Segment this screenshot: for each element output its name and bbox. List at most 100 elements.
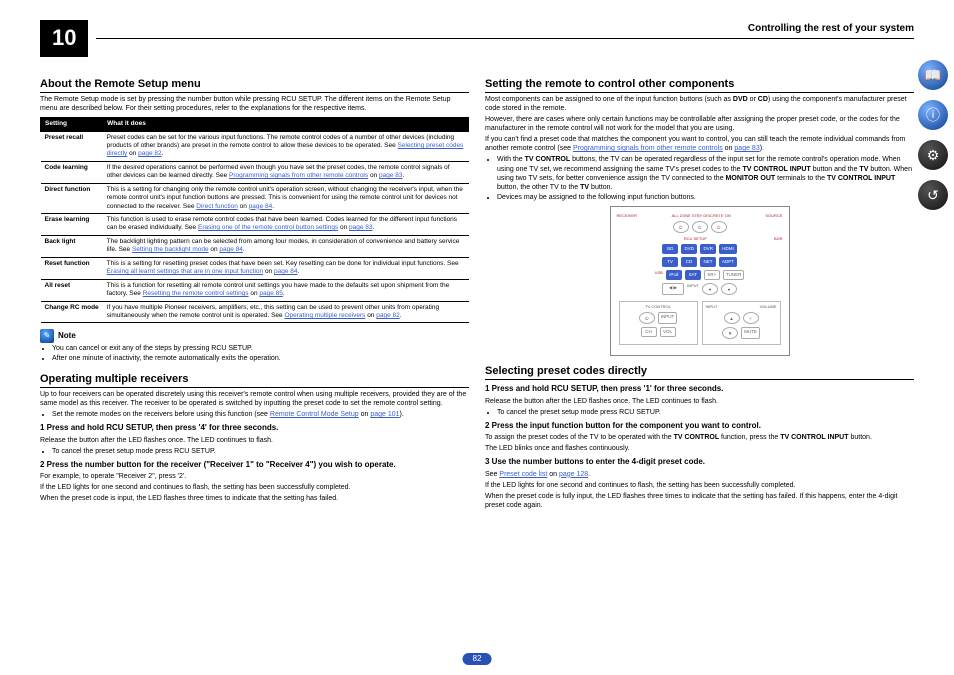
cell-desc: This is a setting for resetting preset c… xyxy=(103,257,469,279)
s-step1: 1 Press and hold RCU SETUP, then press '… xyxy=(485,384,914,394)
btn-input-up: ▲ xyxy=(724,312,740,324)
link-page[interactable]: page 84 xyxy=(219,246,243,253)
remote-btn-bd: BD xyxy=(662,244,678,254)
link-xref[interactable]: Resetting the remote control settings xyxy=(143,290,249,297)
step-1-body: Release the button after the LED flashes… xyxy=(40,436,469,445)
s-step2: 2 Press the input function button for th… xyxy=(485,421,914,431)
cell-setting: Preset recall xyxy=(41,131,103,161)
cell-desc: If the desired operations cannot be perf… xyxy=(103,161,469,183)
content-columns: About the Remote Setup menu The Remote S… xyxy=(40,69,914,513)
cell-desc: This function is used to erase remote co… xyxy=(103,214,469,236)
link-preset-code-list[interactable]: Preset code list xyxy=(499,471,547,478)
link-page[interactable]: page 85 xyxy=(259,290,283,297)
link-rc-mode-setup[interactable]: Remote Control Mode Setup xyxy=(270,411,359,418)
step-2-body2: If the LED lights for one second and con… xyxy=(40,483,469,492)
btn-allzone: ⏻ xyxy=(692,221,708,233)
column-right: Setting the remote to control other comp… xyxy=(485,69,914,513)
right-bullets: With the TV CONTROL buttons, the TV can … xyxy=(485,155,914,201)
lbl-bdr: BDR xyxy=(774,236,782,241)
btn-tv-input: INPUT xyxy=(658,312,678,324)
s-p2b: The LED blinks once and flashes continuo… xyxy=(485,444,914,453)
heading-select: Selecting preset codes directly xyxy=(485,364,914,380)
para-about: The Remote Setup mode is set by pressing… xyxy=(40,95,469,113)
link-xref[interactable]: Setting the backlight mode xyxy=(132,246,209,253)
heading-about: About the Remote Setup menu xyxy=(40,77,469,93)
btn-input-select: ◀ ▶ xyxy=(662,283,684,295)
link-xref[interactable]: Operating multiple receivers xyxy=(284,312,365,319)
link-page[interactable]: page 84 xyxy=(249,203,273,210)
book-icon[interactable]: 📖 xyxy=(918,60,948,90)
link-page[interactable]: page 84 xyxy=(274,268,298,275)
list-item: To cancel the preset setup mode press RC… xyxy=(497,408,914,417)
cell-desc: Preset codes can be set for the various … xyxy=(103,131,469,161)
link-xref[interactable]: Direct function xyxy=(196,203,238,210)
link-xref[interactable]: Erasing all learnt settings that are in … xyxy=(107,268,263,275)
btn-power-receiver: ⏻ xyxy=(673,221,689,233)
settings-table: Setting What it does Preset recallPreset… xyxy=(40,117,469,323)
cell-setting: Reset function xyxy=(41,257,103,279)
note-header: ✎ Note xyxy=(40,329,469,343)
step-2-body: For example, to operate "Receiver 2", pr… xyxy=(40,472,469,481)
note-icon: ✎ xyxy=(40,329,54,343)
cell-setting: All reset xyxy=(41,279,103,301)
table-row: Reset functionThis is a setting for rese… xyxy=(41,257,469,279)
side-icon-strip: 📖 ⓘ ⚙ ↺ xyxy=(918,60,948,210)
link-page[interactable]: page 83 xyxy=(349,224,373,231)
list-item: Set the remote modes on the receivers be… xyxy=(52,410,469,419)
th-what: What it does xyxy=(103,118,469,131)
link-xref[interactable]: Erasing one of the remote control button… xyxy=(198,224,338,231)
lbl-receiver: RECEIVER xyxy=(617,213,637,218)
para-r2: However, there are cases where only cert… xyxy=(485,115,914,133)
link-page-128[interactable]: page 128 xyxy=(559,471,588,478)
link-page[interactable]: page 83 xyxy=(379,172,403,179)
note-label: Note xyxy=(58,331,76,341)
step-2-body3: When the preset code is input, the LED f… xyxy=(40,494,469,503)
btn-tv-power: ⏻ xyxy=(639,312,655,324)
box-volume: INPUTVOLUME ▲+ ▼MUTE xyxy=(702,301,781,345)
cell-setting: Erase learning xyxy=(41,214,103,236)
remote-btn-dvd: DVD xyxy=(681,244,697,254)
link-page-101[interactable]: page 101 xyxy=(370,411,399,418)
remote-btn-tv: TV xyxy=(662,257,678,267)
link-page[interactable]: page 82 xyxy=(138,150,162,157)
header-bar: 10 Controlling the rest of your system xyxy=(40,20,914,57)
remote-btn-dvr: DVR xyxy=(700,244,716,254)
remote-btn-hdmi: HDMI xyxy=(719,244,737,254)
s-p2: To assign the preset codes of the TV to … xyxy=(485,433,914,442)
table-row: Preset recallPreset codes can be set for… xyxy=(41,131,469,161)
step-2: 2 Press the number button for the receiv… xyxy=(40,460,469,470)
column-left: About the Remote Setup menu The Remote S… xyxy=(40,69,469,513)
step-1: 1 Press and hold RCU SETUP, then press '… xyxy=(40,423,469,433)
table-row: Back lightThe backlight lighting pattern… xyxy=(41,235,469,257)
link-programming-signals[interactable]: Programming signals from other remote co… xyxy=(573,145,723,152)
link-page-83[interactable]: page 83 xyxy=(734,145,759,152)
cell-desc: If you have multiple Pioneer receivers, … xyxy=(103,301,469,323)
header-title: Controlling the rest of your system xyxy=(748,22,914,35)
btn-mute: MUTE xyxy=(741,327,760,339)
link-page[interactable]: page 82 xyxy=(376,312,400,319)
para-r1: Most components can be assigned to one o… xyxy=(485,95,914,113)
info-icon[interactable]: ⓘ xyxy=(918,100,948,130)
cell-setting: Direct function xyxy=(41,183,103,213)
gear-icon[interactable]: ⚙ xyxy=(918,140,948,170)
remote-btn-net: NET xyxy=(700,257,716,267)
s-p1: Release the button after the LED flashes… xyxy=(485,397,914,406)
para-r3: If you can't find a preset code that mat… xyxy=(485,135,914,153)
btn-ch: CH xyxy=(641,327,657,337)
cell-setting: Back light xyxy=(41,235,103,257)
s-p5: When the preset code is fully input, the… xyxy=(485,492,914,510)
header-rule: Controlling the rest of your system xyxy=(96,38,914,39)
table-row: Erase learningThis function is used to e… xyxy=(41,214,469,236)
refresh-icon[interactable]: ↺ xyxy=(918,180,948,210)
cell-desc: This is a setting for changing only the … xyxy=(103,183,469,213)
link-xref[interactable]: Programming signals from other remote co… xyxy=(229,172,368,179)
list-item: With the TV CONTROL buttons, the TV can … xyxy=(497,155,914,191)
note-list: You can cancel or exit any of the steps … xyxy=(40,344,469,363)
s-p3: See Preset code list on page 128. xyxy=(485,470,914,479)
table-row: All resetThis is a function for resettin… xyxy=(41,279,469,301)
box-tv-control: TV CONTROL ⏻INPUT CHVOL xyxy=(619,301,698,345)
lbl-allzone: ALL ZONE STBY DISCRETE ON xyxy=(672,213,731,218)
btn-sat: SAT xyxy=(685,270,701,280)
s-p4: If the LED lights for one second and con… xyxy=(485,481,914,490)
chapter-number: 10 xyxy=(40,20,88,57)
